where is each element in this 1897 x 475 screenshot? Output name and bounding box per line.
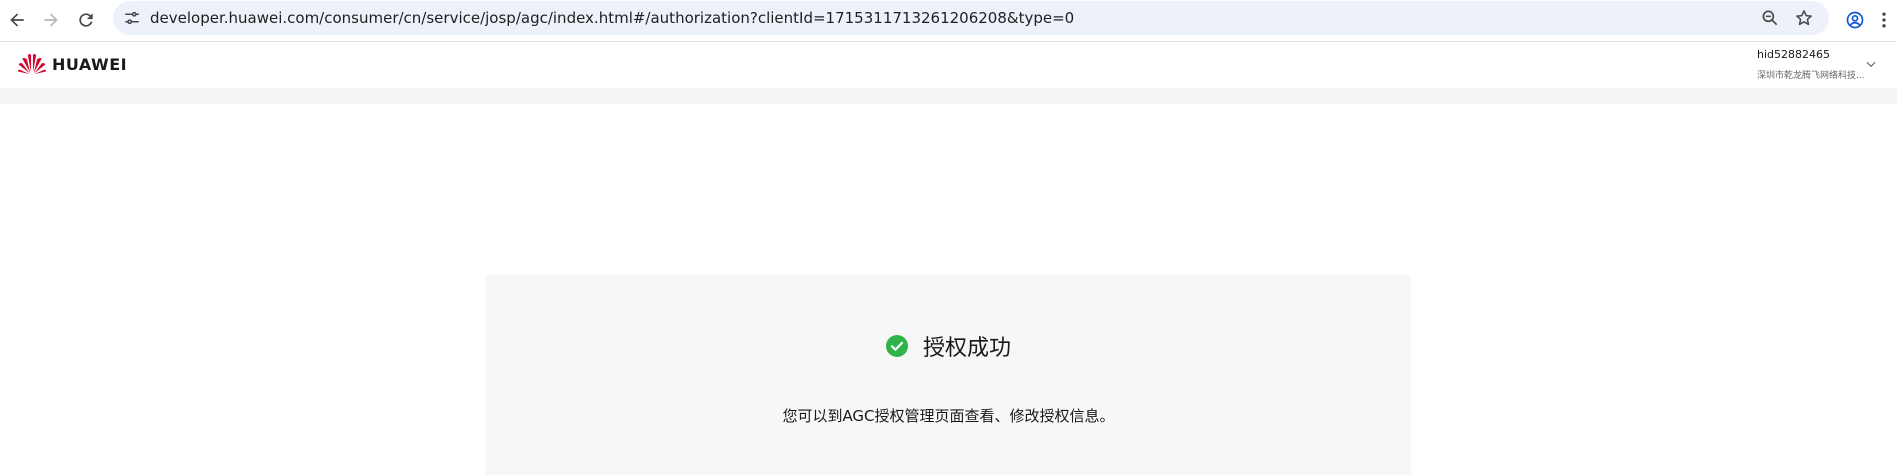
authorization-result-card: 授权成功 您可以到AGC授权管理页面查看、修改授权信息。: [486, 275, 1411, 475]
user-organization: 深圳市乾龙腾飞网络科技...: [1757, 71, 1865, 81]
status-title: 授权成功: [922, 336, 1011, 361]
huawei-flower-icon: [17, 54, 47, 75]
arrow-right-icon: [44, 13, 58, 27]
huawei-logo[interactable]: HUAWEI: [17, 52, 127, 76]
url-text[interactable]: developer.huawei.com/consumer/cn/service…: [150, 1, 1074, 35]
profile-button[interactable]: [1838, 3, 1872, 37]
page-band: [0, 88, 1897, 104]
site-header: HUAWEI hid52882465 深圳市乾龙腾飞网络科技...: [0, 42, 1897, 89]
chevron-down-icon: [1866, 61, 1876, 68]
more-vert-icon: [1882, 12, 1886, 28]
back-button[interactable]: [0, 3, 34, 37]
bookmark-star-icon[interactable]: [1791, 5, 1817, 31]
arrow-left-icon: [10, 13, 24, 27]
zoom-icon[interactable]: [1757, 5, 1783, 31]
browser-toolbar: developer.huawei.com/consumer/cn/service…: [0, 0, 1897, 42]
address-bar[interactable]: developer.huawei.com/consumer/cn/service…: [113, 1, 1829, 35]
account-menu[interactable]: hid52882465 深圳市乾龙腾飞网络科技...: [1757, 48, 1867, 82]
logo-text: HUAWEI: [52, 54, 128, 74]
reload-icon: [79, 13, 93, 27]
forward-button[interactable]: [34, 3, 68, 37]
status-description: 您可以到AGC授权管理页面查看、修改授权信息。: [782, 407, 1115, 425]
account-circle-icon: [1846, 11, 1864, 29]
reload-button[interactable]: [69, 3, 103, 37]
user-id: hid52882465: [1757, 48, 1830, 61]
browser-menu-button[interactable]: [1872, 3, 1896, 37]
status-row: 授权成功: [486, 330, 1411, 362]
success-check-icon: [885, 335, 908, 357]
site-info-icon[interactable]: [119, 5, 145, 31]
account-dropdown-toggle[interactable]: [1864, 56, 1882, 74]
